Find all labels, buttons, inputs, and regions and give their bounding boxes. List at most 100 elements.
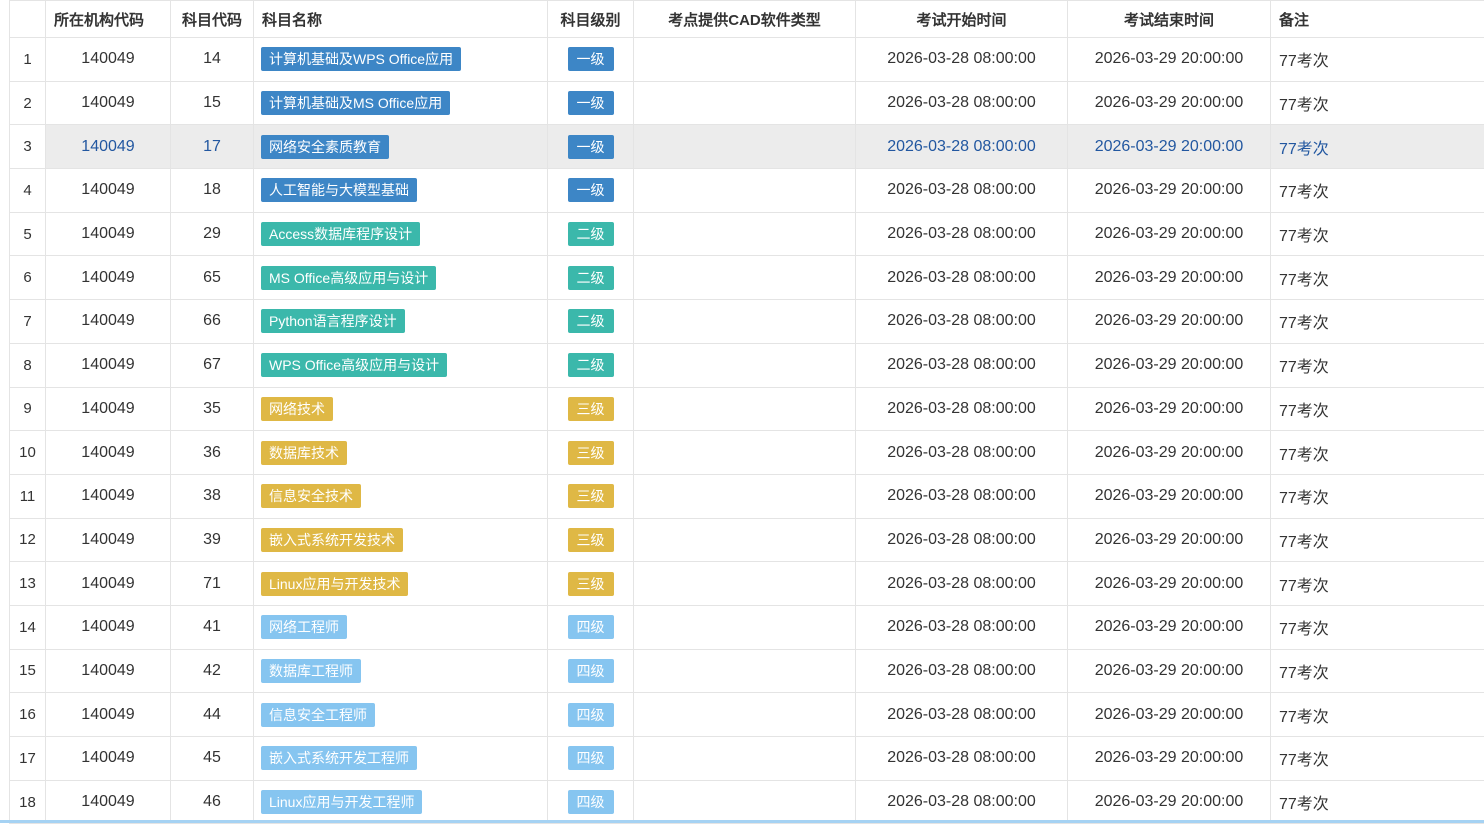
end-time-cell: 2026-03-29 20:00:00 <box>1068 780 1271 824</box>
table-row[interactable]: 9 140049 35 网络技术 三级 2026-03-28 08:00:00 … <box>10 387 1484 431</box>
subject-name-badge[interactable]: 信息安全技术 <box>261 484 361 508</box>
end-time-cell: 2026-03-29 20:00:00 <box>1068 431 1271 475</box>
org-code-cell: 140049 <box>46 431 171 475</box>
table-row[interactable]: 12 140049 39 嵌入式系统开发技术 三级 2026-03-28 08:… <box>10 518 1484 562</box>
end-time-cell: 2026-03-29 20:00:00 <box>1068 562 1271 606</box>
start-time-cell: 2026-03-28 08:00:00 <box>856 125 1068 169</box>
row-number: 16 <box>10 693 46 737</box>
table-row[interactable]: 4 140049 18 人工智能与大模型基础 一级 2026-03-28 08:… <box>10 169 1484 213</box>
subject-name-badge[interactable]: 信息安全工程师 <box>261 703 375 727</box>
subject-name-badge[interactable]: Access数据库程序设计 <box>261 222 420 246</box>
table-row[interactable]: 8 140049 67 WPS Office高级应用与设计 二级 2026-03… <box>10 343 1484 387</box>
table-row[interactable]: 7 140049 66 Python语言程序设计 二级 2026-03-28 0… <box>10 300 1484 344</box>
horizontal-scrollbar[interactable] <box>0 820 1484 823</box>
table-row[interactable]: 14 140049 41 网络工程师 四级 2026-03-28 08:00:0… <box>10 605 1484 649</box>
cad-type-cell <box>634 431 856 475</box>
note-cell: 77考次 <box>1271 300 1484 344</box>
row-number: 3 <box>10 125 46 169</box>
col-header-subject-code: 科目代码 <box>171 1 254 38</box>
cad-type-cell <box>634 518 856 562</box>
subject-level-badge: 四级 <box>568 703 614 727</box>
subject-name-badge[interactable]: 嵌入式系统开发技术 <box>261 528 403 552</box>
start-time-cell: 2026-03-28 08:00:00 <box>856 212 1068 256</box>
start-time-cell: 2026-03-28 08:00:00 <box>856 649 1068 693</box>
table-row[interactable]: 18 140049 46 Linux应用与开发工程师 四级 2026-03-28… <box>10 780 1484 824</box>
subject-level-badge: 三级 <box>568 441 614 465</box>
cad-type-cell <box>634 474 856 518</box>
table-row[interactable]: 11 140049 38 信息安全技术 三级 2026-03-28 08:00:… <box>10 474 1484 518</box>
table-row[interactable]: 5 140049 29 Access数据库程序设计 二级 2026-03-28 … <box>10 212 1484 256</box>
subject-name-badge[interactable]: 数据库工程师 <box>261 659 361 683</box>
cad-type-cell <box>634 649 856 693</box>
subject-code-cell: 17 <box>171 125 254 169</box>
header-row: 所在机构代码 科目代码 科目名称 科目级别 考点提供CAD软件类型 考试开始时间… <box>10 1 1484 38</box>
subject-name-badge[interactable]: 网络技术 <box>261 397 333 421</box>
subject-name-badge[interactable]: MS Office高级应用与设计 <box>261 266 436 290</box>
table-row[interactable]: 6 140049 65 MS Office高级应用与设计 二级 2026-03-… <box>10 256 1484 300</box>
cad-type-cell <box>634 212 856 256</box>
note-cell: 77考次 <box>1271 256 1484 300</box>
note-cell: 77考次 <box>1271 605 1484 649</box>
start-time-cell: 2026-03-28 08:00:00 <box>856 605 1068 649</box>
end-time-cell: 2026-03-29 20:00:00 <box>1068 169 1271 213</box>
end-time-cell: 2026-03-29 20:00:00 <box>1068 81 1271 125</box>
table-row[interactable]: 16 140049 44 信息安全工程师 四级 2026-03-28 08:00… <box>10 693 1484 737</box>
end-time-cell: 2026-03-29 20:00:00 <box>1068 387 1271 431</box>
table-row[interactable]: 13 140049 71 Linux应用与开发技术 三级 2026-03-28 … <box>10 562 1484 606</box>
end-time-cell: 2026-03-29 20:00:00 <box>1068 343 1271 387</box>
table-row[interactable]: 2 140049 15 计算机基础及MS Office应用 一级 2026-03… <box>10 81 1484 125</box>
note-cell: 77考次 <box>1271 562 1484 606</box>
subject-code-cell: 42 <box>171 649 254 693</box>
note-cell: 77考次 <box>1271 737 1484 781</box>
table-row[interactable]: 17 140049 45 嵌入式系统开发工程师 四级 2026-03-28 08… <box>10 737 1484 781</box>
subject-name-badge[interactable]: 计算机基础及WPS Office应用 <box>261 47 461 71</box>
org-code-cell: 140049 <box>46 300 171 344</box>
cad-type-cell <box>634 387 856 431</box>
cad-type-cell <box>634 256 856 300</box>
subject-code-cell: 41 <box>171 605 254 649</box>
subject-name-badge[interactable]: 数据库技术 <box>261 441 347 465</box>
note-cell: 77考次 <box>1271 693 1484 737</box>
start-time-cell: 2026-03-28 08:00:00 <box>856 518 1068 562</box>
row-number: 12 <box>10 518 46 562</box>
col-header-start-time: 考试开始时间 <box>856 1 1068 38</box>
subject-name-badge[interactable]: Linux应用与开发工程师 <box>261 790 422 814</box>
end-time-cell: 2026-03-29 20:00:00 <box>1068 212 1271 256</box>
end-time-cell: 2026-03-29 20:00:00 <box>1068 300 1271 344</box>
subject-code-cell: 44 <box>171 693 254 737</box>
subject-name-badge[interactable]: 嵌入式系统开发工程师 <box>261 746 417 770</box>
subject-level-badge: 四级 <box>568 659 614 683</box>
subject-code-cell: 71 <box>171 562 254 606</box>
row-number: 10 <box>10 431 46 475</box>
start-time-cell: 2026-03-28 08:00:00 <box>856 256 1068 300</box>
org-code-cell: 140049 <box>46 343 171 387</box>
subject-level-badge: 二级 <box>568 266 614 290</box>
col-header-cad-type: 考点提供CAD软件类型 <box>634 1 856 38</box>
col-header-subject-level: 科目级别 <box>548 1 634 38</box>
subject-code-cell: 14 <box>171 38 254 82</box>
end-time-cell: 2026-03-29 20:00:00 <box>1068 125 1271 169</box>
subjects-data-grid: 所在机构代码 科目代码 科目名称 科目级别 考点提供CAD软件类型 考试开始时间… <box>9 0 1484 824</box>
subject-name-badge[interactable]: 人工智能与大模型基础 <box>261 178 417 202</box>
end-time-cell: 2026-03-29 20:00:00 <box>1068 693 1271 737</box>
note-cell: 77考次 <box>1271 387 1484 431</box>
row-number: 17 <box>10 737 46 781</box>
subject-name-badge[interactable]: WPS Office高级应用与设计 <box>261 353 447 377</box>
end-time-cell: 2026-03-29 20:00:00 <box>1068 605 1271 649</box>
table-row[interactable]: 3 140049 17 网络安全素质教育 一级 2026-03-28 08:00… <box>10 125 1484 169</box>
subject-code-cell: 38 <box>171 474 254 518</box>
subject-name-badge[interactable]: 网络工程师 <box>261 615 347 639</box>
subject-code-cell: 29 <box>171 212 254 256</box>
org-code-cell: 140049 <box>46 256 171 300</box>
subject-name-badge[interactable]: 计算机基础及MS Office应用 <box>261 91 450 115</box>
subject-name-badge[interactable]: 网络安全素质教育 <box>261 135 389 159</box>
table-row[interactable]: 15 140049 42 数据库工程师 四级 2026-03-28 08:00:… <box>10 649 1484 693</box>
table-row[interactable]: 10 140049 36 数据库技术 三级 2026-03-28 08:00:0… <box>10 431 1484 475</box>
row-number: 2 <box>10 81 46 125</box>
row-number: 8 <box>10 343 46 387</box>
row-number: 14 <box>10 605 46 649</box>
subject-name-badge[interactable]: Linux应用与开发技术 <box>261 572 408 596</box>
subject-level-badge: 四级 <box>568 790 614 814</box>
subject-name-badge[interactable]: Python语言程序设计 <box>261 309 405 333</box>
table-row[interactable]: 1 140049 14 计算机基础及WPS Office应用 一级 2026-0… <box>10 38 1484 82</box>
